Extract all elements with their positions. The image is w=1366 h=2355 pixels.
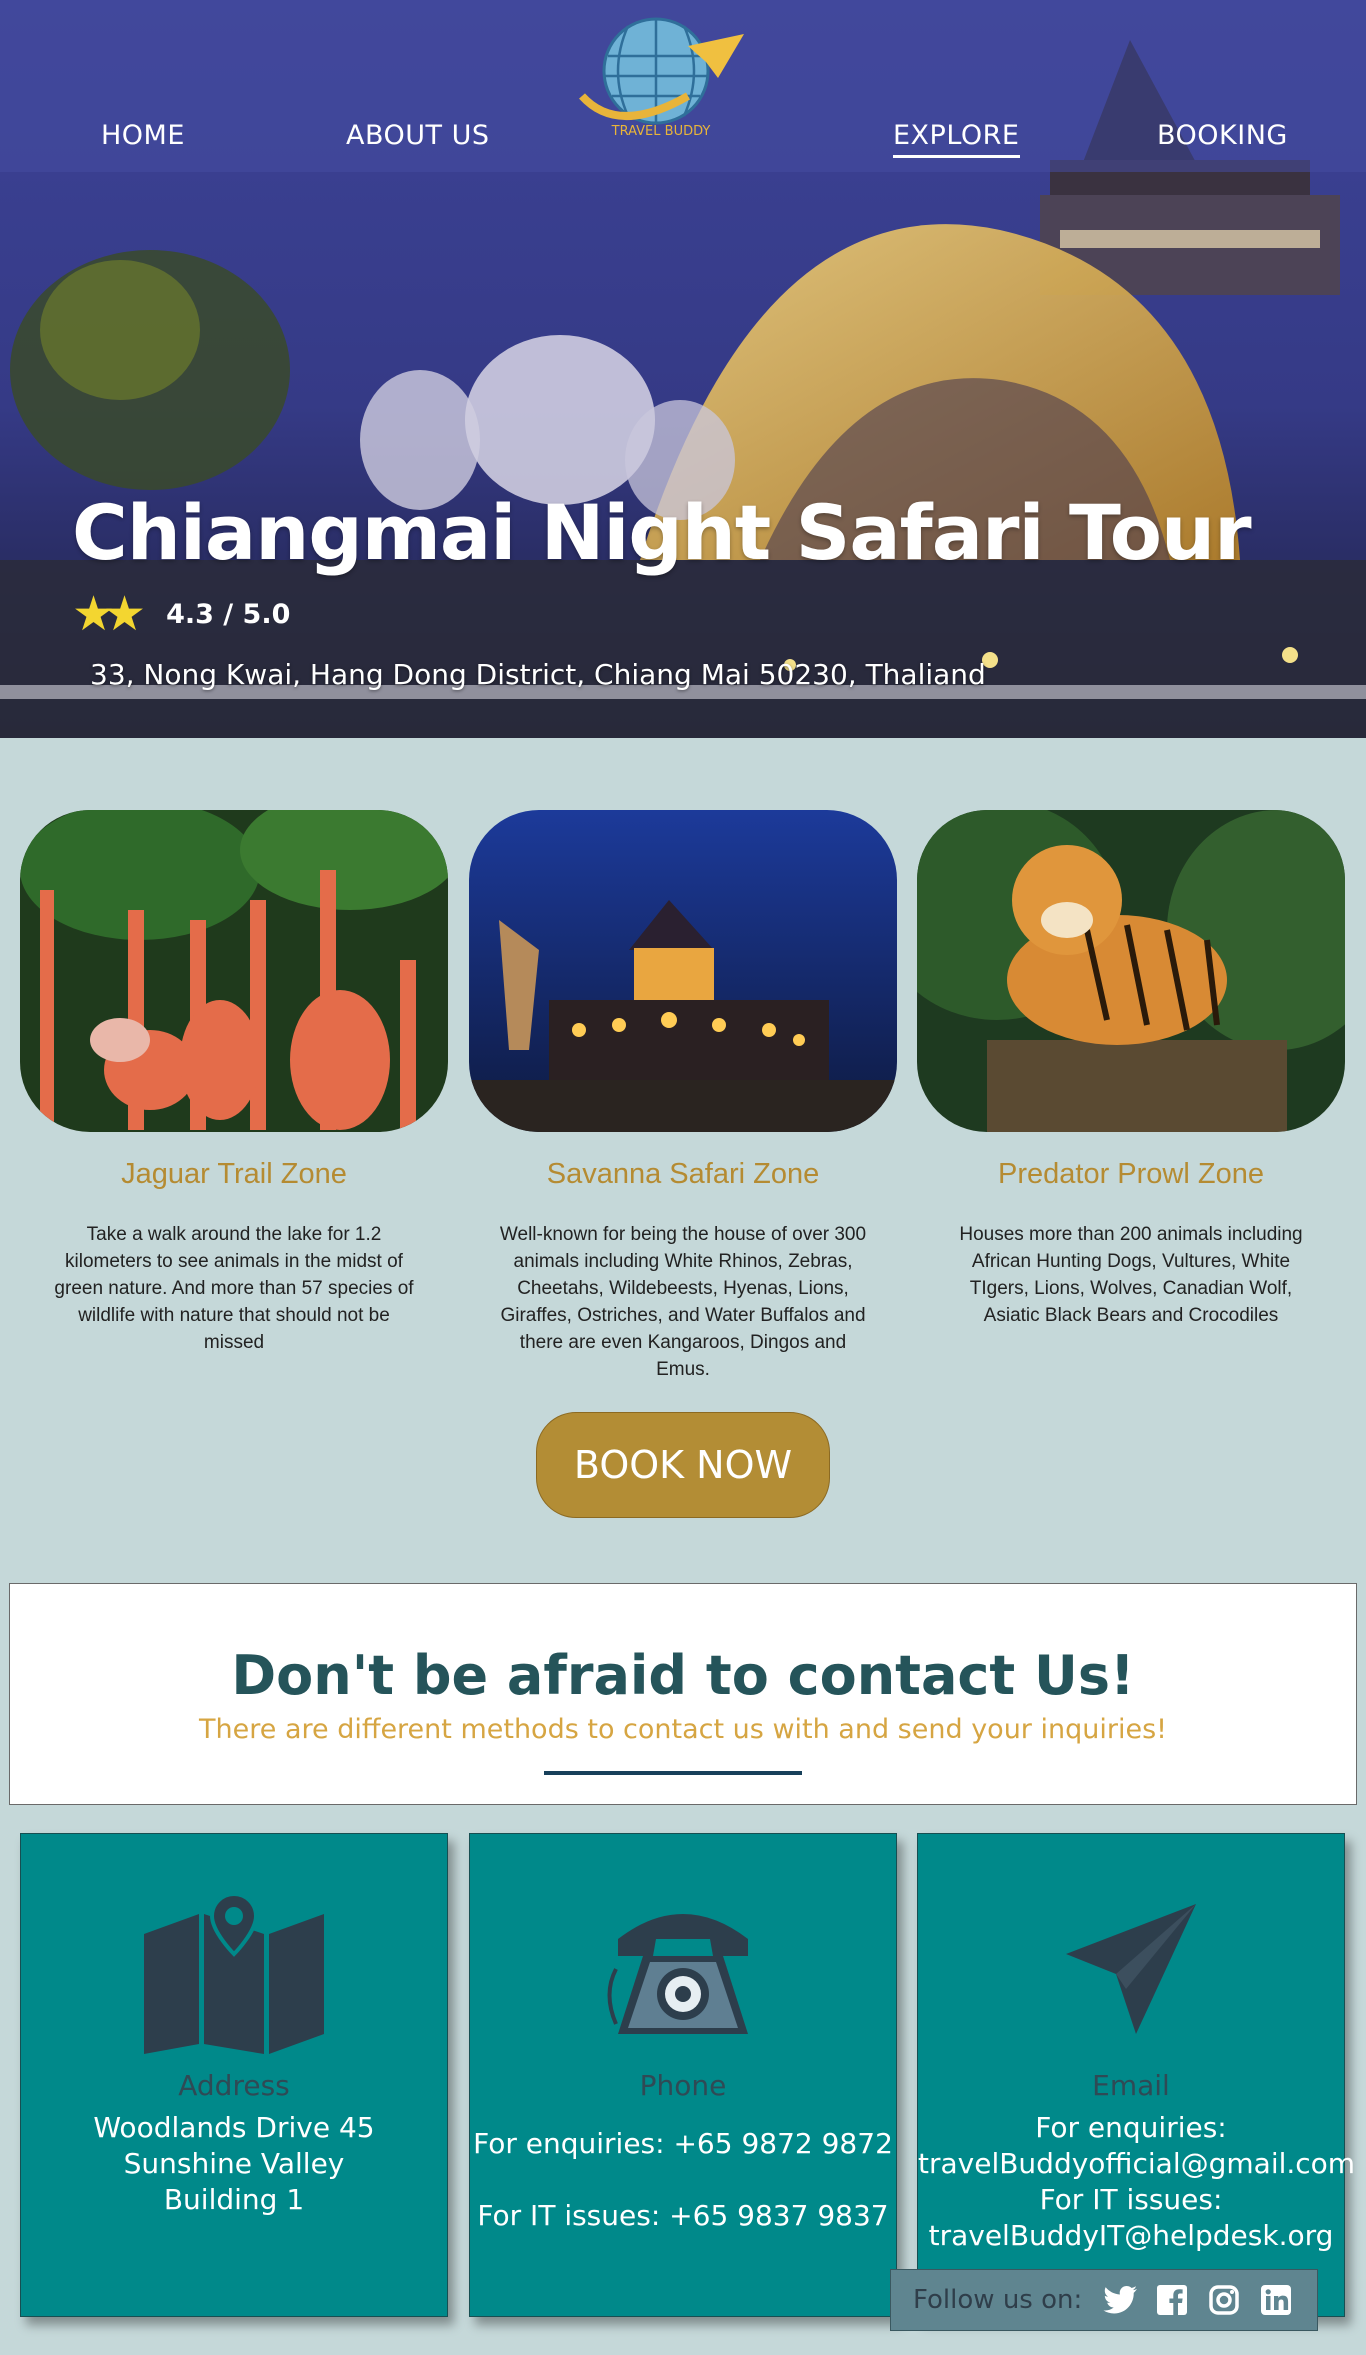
zone-description: Houses more than 200 animals including A… bbox=[959, 1224, 1303, 1326]
night-temple-image bbox=[469, 810, 897, 1132]
phone-enquiries[interactable]: For enquiries: +65 9872 9872 bbox=[470, 2126, 896, 2162]
zone-description: Well-known for being the house of over 3… bbox=[499, 1224, 867, 1380]
email-enquiries-label: For enquiries: bbox=[1035, 2111, 1227, 2144]
book-now-button[interactable]: BOOK NOW bbox=[536, 1412, 830, 1518]
contact-section: Don't be afraid to contact Us! There are… bbox=[9, 1583, 1357, 1805]
address-label: Address bbox=[178, 2069, 290, 2102]
nav-explore-link[interactable]: EXPLORE bbox=[893, 120, 1020, 158]
zone-description: Take a walk around the lake for 1.2 kilo… bbox=[54, 1224, 414, 1353]
email-it-label: For IT issues: bbox=[1039, 2183, 1223, 2216]
divider bbox=[544, 1771, 802, 1775]
email-it-link[interactable]: travelBuddyIT@helpdesk.org bbox=[918, 2218, 1344, 2254]
phone-it[interactable]: For IT issues: +65 9837 9837 bbox=[470, 2198, 896, 2234]
address-line-1: Woodlands Drive 45 bbox=[93, 2111, 375, 2144]
contact-title: Don't be afraid to contact Us! bbox=[231, 1644, 1135, 1707]
map-pin-icon bbox=[21, 1894, 447, 2054]
phone-card: Phone For enquiries: +65 9872 9872 For I… bbox=[469, 1833, 897, 2317]
rating: ★★ 4.3 / 5.0 bbox=[72, 586, 290, 642]
social-follow-bar: Follow us on: bbox=[890, 2269, 1318, 2331]
email-card: Email For enquiries: travelBuddyofficial… bbox=[917, 1833, 1355, 2317]
email-enquiries-link[interactable]: travelBuddyofficial@gmail.com bbox=[918, 2146, 1355, 2182]
flamingo-image bbox=[20, 810, 448, 1132]
nav-home-link[interactable]: HOME bbox=[101, 120, 185, 151]
star-rating-icon: ★★ bbox=[72, 586, 146, 642]
linkedin-icon[interactable] bbox=[1258, 2282, 1294, 2318]
zone-title: Jaguar Trail Zone bbox=[121, 1158, 347, 1190]
tiger-image bbox=[917, 810, 1345, 1132]
nav-booking-link[interactable]: BOOKING bbox=[1157, 120, 1288, 151]
follow-label: Follow us on: bbox=[913, 2285, 1083, 2315]
send-icon bbox=[918, 1894, 1344, 2054]
rating-text: 4.3 / 5.0 bbox=[166, 598, 291, 630]
zone-card-savanna: Savanna Safari Zone Well-known for being… bbox=[469, 810, 897, 1383]
telephone-icon bbox=[470, 1894, 896, 2054]
travel-buddy-logo[interactable]: TRAVEL BUDDY bbox=[578, 16, 744, 146]
zone-title: Savanna Safari Zone bbox=[546, 1158, 820, 1190]
page-title: Chiangmai Night Safari Tour bbox=[72, 488, 1252, 577]
globe-plane-icon bbox=[579, 17, 744, 125]
phone-label: Phone bbox=[639, 2069, 727, 2102]
instagram-icon[interactable] bbox=[1206, 2282, 1242, 2318]
hero-address: 33, Nong Kwai, Hang Dong District, Chian… bbox=[90, 658, 986, 691]
zone-title: Predator Prowl Zone bbox=[998, 1158, 1264, 1190]
address-card: Address Woodlands Drive 45 Sunshine Vall… bbox=[20, 1833, 448, 2317]
address-line-2: Sunshine Valley bbox=[123, 2147, 345, 2180]
contact-subtitle: There are different methods to contact u… bbox=[199, 1714, 1167, 1745]
logo-text: TRAVEL BUDDY bbox=[611, 124, 711, 139]
zone-card-predator: Predator Prowl Zone Houses more than 200… bbox=[917, 810, 1345, 1329]
twitter-icon[interactable] bbox=[1102, 2282, 1138, 2318]
email-label: Email bbox=[1092, 2069, 1170, 2102]
facebook-icon[interactable] bbox=[1154, 2282, 1190, 2318]
zone-card-jaguar: Jaguar Trail Zone Take a walk around the… bbox=[20, 810, 448, 1356]
nav-about-link[interactable]: ABOUT US bbox=[346, 120, 490, 151]
address-line-3: Building 1 bbox=[163, 2183, 305, 2216]
hero-banner: HOME ABOUT US EXPLORE BOOKING TRAVEL BUD… bbox=[0, 0, 1366, 738]
